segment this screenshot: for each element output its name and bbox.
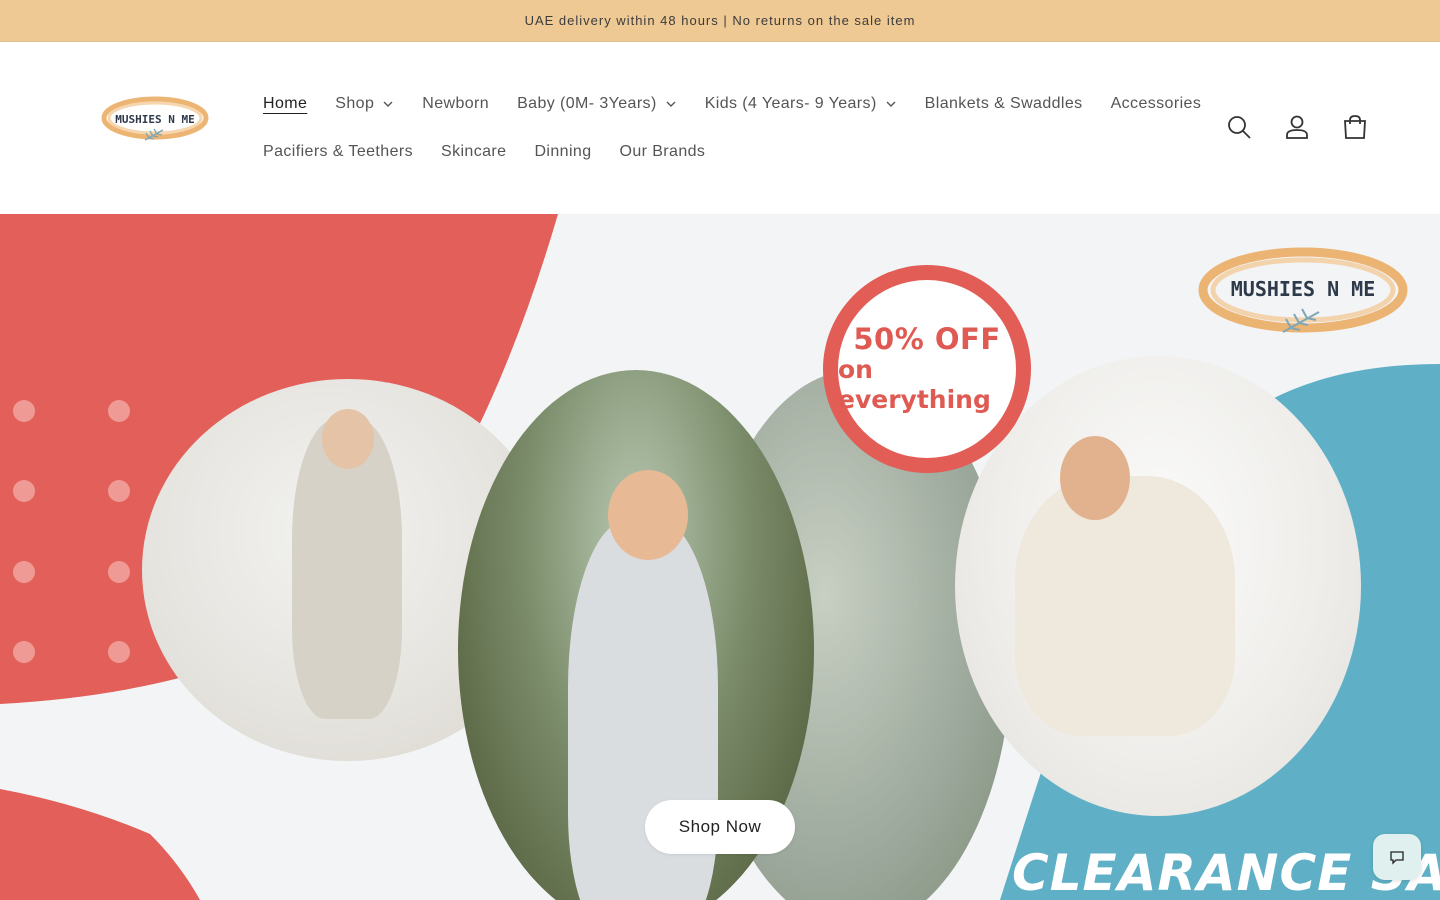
hero-photo-girl-sitting xyxy=(955,356,1361,816)
decor-dot xyxy=(13,561,35,583)
nav-label: Dinning xyxy=(534,143,592,160)
decor-dot xyxy=(108,480,130,502)
search-icon xyxy=(1228,116,1251,139)
hero-logo: MUSHIES N ME xyxy=(1195,240,1411,344)
decor-dot xyxy=(13,641,35,663)
nav-label: Kids (4 Years- 9 Years) xyxy=(704,95,877,112)
nav-item-shop[interactable]: Shop xyxy=(335,95,394,113)
hero-logo-text: MUSHIES N ME xyxy=(1231,277,1376,301)
nav-item-home[interactable]: Home xyxy=(263,95,307,113)
nav-row-2: Pacifiers & Teethers Skincare Dinning Ou… xyxy=(263,128,1203,176)
main-nav: Home Shop Newborn Baby (0M- 3Years) Kids… xyxy=(263,80,1203,176)
nav-label: Newborn xyxy=(422,95,490,112)
nav-item-dinning[interactable]: Dinning xyxy=(534,143,591,161)
nav-label: Skincare xyxy=(441,143,507,160)
photo-face xyxy=(608,470,688,560)
account-button[interactable] xyxy=(1280,108,1314,146)
nav-item-baby[interactable]: Baby (0M- 3Years) xyxy=(517,95,677,113)
nav-item-our-brands[interactable]: Our Brands xyxy=(620,143,706,161)
nav-item-kids[interactable]: Kids (4 Years- 9 Years) xyxy=(705,95,897,113)
discount-badge: 50% OFF on everything xyxy=(823,265,1031,473)
shop-now-button[interactable]: Shop Now xyxy=(645,800,795,854)
nav-row-1: Home Shop Newborn Baby (0M- 3Years) Kids… xyxy=(263,80,1203,128)
logo-graphic: MUSHIES N ME xyxy=(101,96,209,141)
nav-item-skincare[interactable]: Skincare xyxy=(441,143,506,161)
site-header: MUSHIES N ME Home Shop Newborn Baby (0M-… xyxy=(0,42,1440,214)
announcement-text: UAE delivery within 48 hours | No return… xyxy=(524,13,916,28)
logo-text: MUSHIES N ME xyxy=(115,113,194,126)
discount-badge-title: 50% OFF xyxy=(853,322,1001,356)
discount-badge-subtitle: on everything xyxy=(838,355,991,414)
nav-label: Baby (0M- 3Years) xyxy=(517,95,657,112)
cart-button[interactable] xyxy=(1338,108,1372,146)
search-button[interactable] xyxy=(1222,108,1256,146)
nav-item-accessories[interactable]: Accessories xyxy=(1111,95,1202,113)
photo-figure xyxy=(1015,476,1235,736)
cart-icon xyxy=(1344,115,1366,139)
chevron-down-icon xyxy=(885,98,897,110)
chevron-down-icon xyxy=(382,98,394,110)
photo-face xyxy=(322,409,374,469)
chat-icon xyxy=(1390,851,1404,865)
header-icons xyxy=(1222,108,1372,146)
nav-item-pacifiers-teethers[interactable]: Pacifiers & Teethers xyxy=(263,143,413,161)
nav-label: Pacifiers & Teethers xyxy=(263,143,413,160)
site-logo[interactable]: MUSHIES N ME xyxy=(100,94,210,150)
hero-banner: 50% OFF on everything MUSHIES N ME Shop … xyxy=(0,214,1440,900)
account-icon xyxy=(1286,115,1308,139)
announcement-bar: UAE delivery within 48 hours | No return… xyxy=(0,0,1440,42)
nav-label: Our Brands xyxy=(619,143,706,160)
decor-dot xyxy=(108,561,130,583)
decor-dot xyxy=(108,641,130,663)
decor-dot xyxy=(13,400,35,422)
chevron-down-icon xyxy=(665,98,677,110)
nav-label: Home xyxy=(263,95,308,112)
nav-label: Shop xyxy=(335,95,375,112)
nav-label: Accessories xyxy=(1110,95,1202,112)
hero-logo-graphic: MUSHIES N ME xyxy=(1198,247,1408,333)
discount-badge-inner: 50% OFF on everything xyxy=(838,280,1016,458)
chat-button[interactable] xyxy=(1373,834,1421,880)
nav-item-newborn[interactable]: Newborn xyxy=(422,95,489,113)
nav-item-blankets-swaddles[interactable]: Blankets & Swaddles xyxy=(925,95,1083,113)
decor-dot xyxy=(108,400,130,422)
decor-dot xyxy=(13,480,35,502)
nav-label: Blankets & Swaddles xyxy=(924,95,1083,112)
photo-face xyxy=(1060,436,1130,520)
